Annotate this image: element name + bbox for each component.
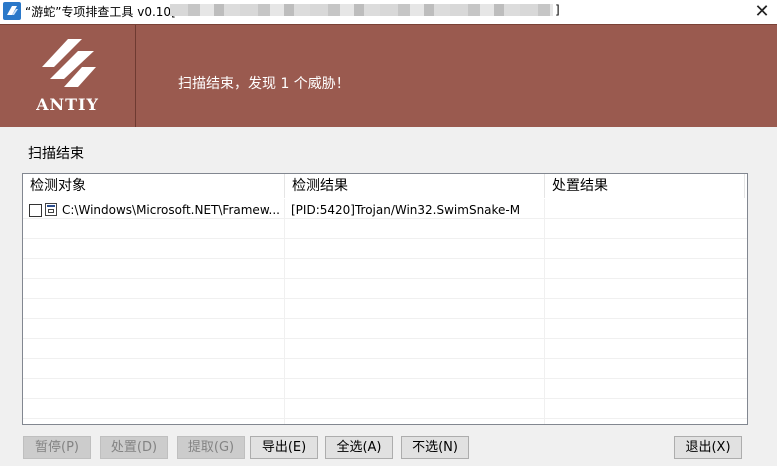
redacted-version-info: [170, 4, 553, 16]
row-divider: [23, 418, 747, 419]
column-header-result[interactable]: 检测结果: [285, 174, 545, 198]
export-button[interactable]: 导出(E): [250, 436, 318, 459]
results-table[interactable]: 检测对象 检测结果 处置结果 C:\Windows\Microsoft.NET\…: [22, 173, 748, 425]
exit-button[interactable]: 退出(X): [674, 436, 742, 459]
row-divider: [23, 318, 747, 319]
row-divider: [23, 378, 747, 379]
table-header: 检测对象 检测结果 处置结果: [23, 174, 747, 199]
row-divider: [23, 238, 747, 239]
cell-action-result: [551, 200, 741, 220]
row-divider: [23, 258, 747, 259]
scan-status-label: 扫描结束: [28, 146, 84, 162]
column-header-action[interactable]: 处置结果: [545, 174, 745, 198]
row-divider: [23, 338, 747, 339]
scan-result-message: 扫描结束，发现 1 个威胁！: [178, 76, 350, 92]
title-bar: “游蛇”专项排查工具 v0.10[ ] ✕: [0, 0, 777, 24]
close-button[interactable]: ✕: [747, 0, 777, 24]
cell-object-path: C:\Windows\Microsoft.NET\Framew...: [62, 203, 280, 217]
window-title-end: ]: [555, 3, 560, 17]
executable-file-icon: [45, 203, 57, 216]
cell-detection-result: [PID:5420]Trojan/Win32.SwimSnake-M: [291, 203, 521, 217]
antiy-logo-icon: [42, 39, 96, 87]
app-icon: [3, 2, 21, 20]
row-divider: [23, 398, 747, 399]
logo-text: ANTIY: [36, 95, 99, 114]
window-title: “游蛇”专项排查工具 v0.10[: [25, 5, 176, 19]
extract-button[interactable]: 提取(G): [177, 436, 245, 459]
logo-panel: ANTIY: [0, 25, 136, 127]
column-header-object[interactable]: 检测对象: [23, 174, 285, 198]
header-banner: ANTIY 扫描结束，发现 1 个威胁！: [0, 24, 777, 127]
row-divider: [23, 358, 747, 359]
row-checkbox[interactable]: [29, 204, 42, 217]
column-divider: [544, 199, 545, 424]
select-all-button[interactable]: 全选(A): [325, 436, 393, 459]
column-divider: [284, 199, 285, 424]
dispose-button[interactable]: 处置(D): [100, 436, 168, 459]
select-none-button[interactable]: 不选(N): [401, 436, 469, 459]
pause-button[interactable]: 暂停(P): [23, 436, 91, 459]
row-divider: [23, 278, 747, 279]
row-divider: [23, 298, 747, 299]
